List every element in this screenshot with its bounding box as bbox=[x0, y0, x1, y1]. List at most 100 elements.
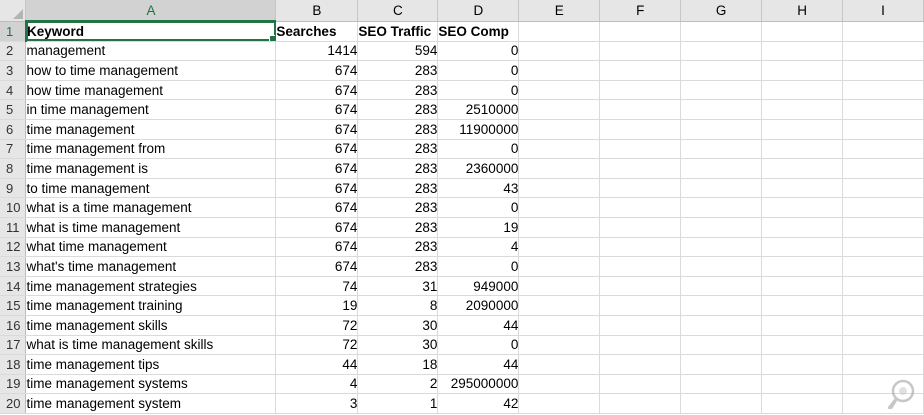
cell-empty[interactable] bbox=[680, 335, 763, 356]
cell-empty[interactable] bbox=[842, 60, 924, 81]
cell-seo-traffic[interactable]: 283 bbox=[357, 139, 439, 160]
cell-empty[interactable] bbox=[842, 41, 924, 62]
cell-seo-traffic[interactable]: 283 bbox=[357, 80, 439, 101]
cell-empty[interactable] bbox=[680, 158, 763, 179]
column-header-c[interactable]: C bbox=[357, 0, 439, 22]
cell-seo-comp[interactable]: 295000000 bbox=[437, 374, 520, 395]
cell-empty[interactable] bbox=[842, 178, 924, 199]
cell-empty[interactable] bbox=[842, 295, 924, 316]
cell-empty[interactable] bbox=[518, 393, 601, 414]
cell-empty[interactable] bbox=[761, 139, 844, 160]
cell-empty[interactable] bbox=[842, 315, 924, 336]
cell-searches[interactable]: 674 bbox=[275, 99, 359, 120]
row-header[interactable]: 6 bbox=[0, 119, 27, 140]
row-header[interactable]: 16 bbox=[0, 315, 27, 336]
cell-empty[interactable] bbox=[842, 158, 924, 179]
row-header[interactable]: 11 bbox=[0, 217, 27, 238]
cell-searches[interactable]: 674 bbox=[275, 158, 359, 179]
cell-keyword[interactable]: time management bbox=[25, 119, 277, 140]
cell-empty[interactable] bbox=[761, 119, 844, 140]
cell-searches[interactable]: 674 bbox=[275, 80, 359, 101]
cell-keyword[interactable]: management bbox=[25, 41, 277, 62]
cell-empty[interactable] bbox=[842, 217, 924, 238]
cell-empty[interactable] bbox=[518, 256, 601, 277]
cell-empty[interactable] bbox=[518, 158, 601, 179]
cell-empty[interactable] bbox=[518, 276, 601, 297]
cell-empty[interactable] bbox=[599, 60, 682, 81]
cell-empty[interactable] bbox=[518, 354, 601, 375]
cell-empty[interactable] bbox=[518, 41, 601, 62]
cell-empty[interactable] bbox=[761, 237, 844, 258]
cell-empty[interactable] bbox=[518, 178, 601, 199]
cell-searches[interactable]: 3 bbox=[275, 393, 359, 414]
row-header[interactable]: 10 bbox=[0, 197, 27, 218]
cell-searches[interactable]: 4 bbox=[275, 374, 359, 395]
cell-empty[interactable] bbox=[680, 374, 763, 395]
cell-searches[interactable]: 674 bbox=[275, 237, 359, 258]
cell-seo-traffic[interactable]: 283 bbox=[357, 256, 439, 277]
cell-empty[interactable] bbox=[599, 256, 682, 277]
row-header[interactable]: 14 bbox=[0, 276, 27, 297]
cell-empty[interactable] bbox=[599, 197, 682, 218]
cell-seo-comp[interactable]: 44 bbox=[437, 354, 520, 375]
column-header-f[interactable]: F bbox=[599, 0, 682, 22]
cell-a1-keyword-header[interactable]: Keyword bbox=[25, 21, 277, 42]
cell-seo-comp[interactable]: 44 bbox=[437, 315, 520, 336]
cell-empty[interactable] bbox=[599, 158, 682, 179]
cell-empty[interactable] bbox=[761, 41, 844, 62]
cell-searches[interactable]: 44 bbox=[275, 354, 359, 375]
cell-empty[interactable] bbox=[599, 295, 682, 316]
cell-empty[interactable] bbox=[599, 99, 682, 120]
cell-empty[interactable] bbox=[599, 393, 682, 414]
cell-empty[interactable] bbox=[680, 99, 763, 120]
column-header-i[interactable]: I bbox=[842, 0, 924, 22]
cell-empty[interactable] bbox=[842, 237, 924, 258]
cell-empty[interactable] bbox=[761, 178, 844, 199]
column-header-g[interactable]: G bbox=[680, 0, 763, 22]
cell-empty[interactable] bbox=[761, 374, 844, 395]
cell-seo-comp[interactable]: 43 bbox=[437, 178, 520, 199]
cell-empty[interactable] bbox=[518, 80, 601, 101]
cell-empty[interactable] bbox=[518, 374, 601, 395]
cell-empty[interactable] bbox=[599, 217, 682, 238]
cell-empty[interactable] bbox=[680, 217, 763, 238]
cell-empty[interactable] bbox=[599, 139, 682, 160]
cell-empty[interactable] bbox=[680, 276, 763, 297]
row-header[interactable]: 18 bbox=[0, 354, 27, 375]
cell-empty[interactable] bbox=[518, 335, 601, 356]
cell-searches[interactable]: 19 bbox=[275, 295, 359, 316]
cell-seo-comp[interactable]: 42 bbox=[437, 393, 520, 414]
cell-empty[interactable] bbox=[761, 295, 844, 316]
cell-empty[interactable] bbox=[680, 119, 763, 140]
cell-empty[interactable] bbox=[761, 21, 844, 42]
cell-keyword[interactable]: time management skills bbox=[25, 315, 277, 336]
cell-c1-seo-traffic-header[interactable]: SEO Traffic bbox=[357, 21, 439, 42]
cell-empty[interactable] bbox=[761, 335, 844, 356]
cell-empty[interactable] bbox=[761, 276, 844, 297]
row-header[interactable]: 3 bbox=[0, 60, 27, 81]
column-header-b[interactable]: B bbox=[275, 0, 359, 22]
cell-empty[interactable] bbox=[680, 256, 763, 277]
fill-handle[interactable] bbox=[269, 34, 275, 41]
cell-searches[interactable]: 72 bbox=[275, 315, 359, 336]
cell-seo-comp[interactable]: 949000 bbox=[437, 276, 520, 297]
cell-seo-comp[interactable]: 0 bbox=[437, 139, 520, 160]
cell-keyword[interactable]: what time management bbox=[25, 237, 277, 258]
cell-seo-traffic[interactable]: 283 bbox=[357, 237, 439, 258]
cell-seo-comp[interactable]: 0 bbox=[437, 256, 520, 277]
column-header-h[interactable]: H bbox=[761, 0, 844, 22]
cell-empty[interactable] bbox=[680, 393, 763, 414]
cell-keyword[interactable]: how time management bbox=[25, 80, 277, 101]
cell-searches[interactable]: 674 bbox=[275, 139, 359, 160]
column-header-d[interactable]: D bbox=[437, 0, 520, 22]
cell-seo-traffic[interactable]: 1 bbox=[357, 393, 439, 414]
cell-keyword[interactable]: time management systems bbox=[25, 374, 277, 395]
cell-empty[interactable] bbox=[518, 139, 601, 160]
cell-searches[interactable]: 674 bbox=[275, 197, 359, 218]
cell-searches[interactable]: 674 bbox=[275, 60, 359, 81]
cell-empty[interactable] bbox=[842, 119, 924, 140]
cell-keyword[interactable]: time management strategies bbox=[25, 276, 277, 297]
cell-seo-comp[interactable]: 4 bbox=[437, 237, 520, 258]
cell-keyword[interactable]: what is time management bbox=[25, 217, 277, 238]
cell-seo-comp[interactable]: 19 bbox=[437, 217, 520, 238]
